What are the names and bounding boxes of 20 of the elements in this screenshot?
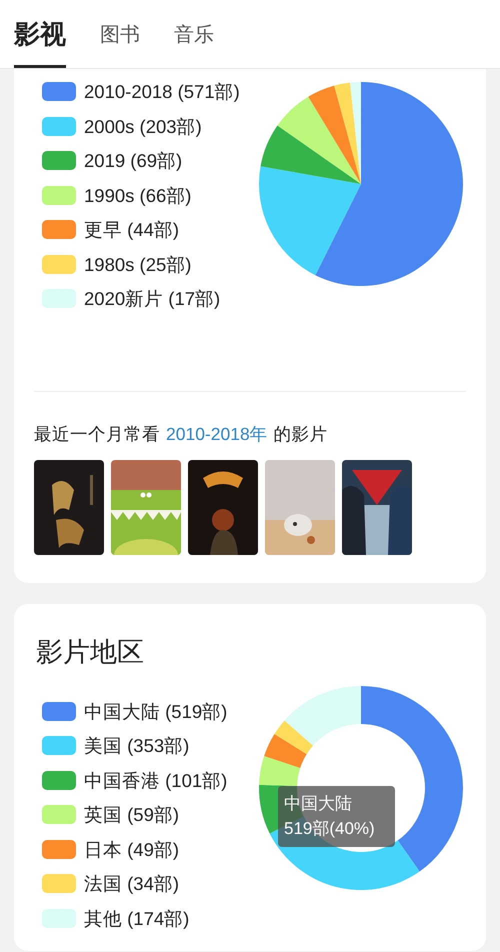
legend-label: 法国 (34部)	[84, 872, 180, 896]
tab[interactable]: 音乐	[174, 0, 214, 68]
tooltip: 中国大陆 519部(40%)	[278, 786, 395, 846]
decade-link[interactable]: 2010-2018年	[166, 424, 268, 444]
legend-label: 2000s (203部)	[84, 114, 202, 139]
legend-label: 更早 (44部)	[84, 218, 180, 242]
tab[interactable]: 图书	[100, 0, 140, 68]
legend-label: 中国香港 (101部)	[84, 768, 228, 793]
legend-label: 英国 (59部)	[84, 803, 180, 828]
legend-label: 其他 (174部)	[84, 906, 190, 931]
legend-label: 美国 (353部)	[84, 734, 190, 758]
legend-label: 2019 (69部)	[84, 149, 182, 174]
section-title: 影片地区	[35, 636, 145, 668]
legend-label: 1990s (66部)	[84, 184, 192, 208]
caption: 最近一个月常看 2010-2018年 的影片	[34, 422, 329, 446]
legend-label: 2020新片 (17部)	[84, 287, 220, 312]
legend-label: 2010-2018 (571部)	[84, 80, 240, 104]
legend-label: 中国大陆 (519部)	[84, 700, 228, 724]
legend-label: 日本 (49部)	[84, 838, 180, 862]
legend-label: 1980s (25部)	[84, 252, 192, 277]
